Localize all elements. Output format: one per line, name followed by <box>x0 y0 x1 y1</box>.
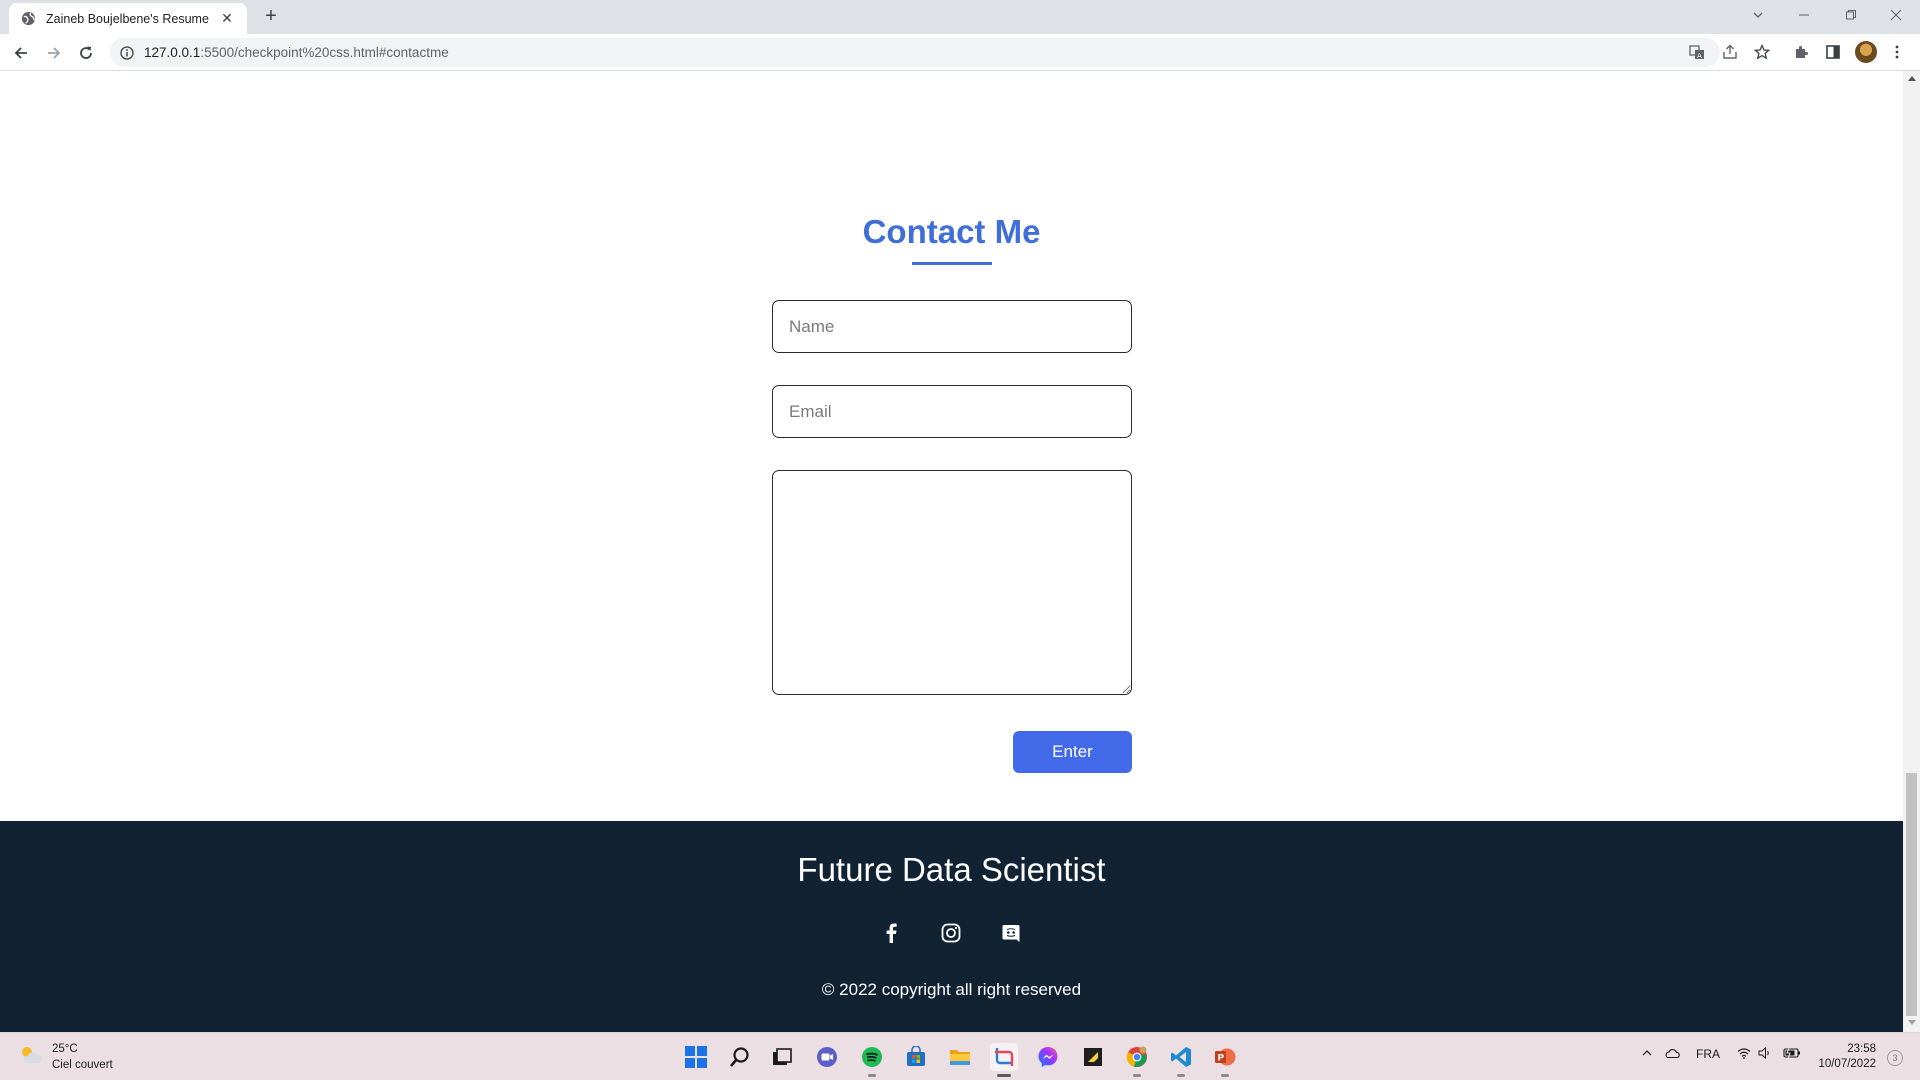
vscode-icon[interactable] <box>1167 1043 1195 1077</box>
contact-title: Contact Me <box>862 213 1041 250</box>
facebook-icon[interactable] <box>879 921 903 945</box>
battery-icon[interactable] <box>1783 1047 1801 1059</box>
page-viewport: Contact Me Enter Future Data Scientist ©… <box>0 71 1903 1032</box>
title-underline <box>912 262 992 265</box>
copyright-text: © 2022 copyright all right reserved <box>821 980 1082 999</box>
notification-badge[interactable]: 3 <box>1887 1050 1903 1066</box>
task-view-icon[interactable] <box>768 1043 796 1071</box>
clock-date: 10/07/2022 <box>1818 1058 1876 1070</box>
globe-icon <box>21 11 36 26</box>
language-indicator[interactable]: FRA <box>1696 1047 1720 1061</box>
tab-title: Zaineb Boujelbene's Resume <box>46 11 209 26</box>
volume-icon[interactable] <box>1758 1047 1772 1059</box>
start-windows-icon[interactable] <box>682 1043 710 1071</box>
side-panel-icon[interactable] <box>1822 41 1844 63</box>
running-indicator <box>1221 1074 1229 1077</box>
show-hidden-icons-icon[interactable] <box>1641 1047 1653 1059</box>
back-icon[interactable] <box>9 41 33 65</box>
forward-icon[interactable] <box>42 41 66 65</box>
spotify-icon[interactable] <box>858 1043 886 1077</box>
bookmark-star-icon[interactable] <box>1751 41 1773 63</box>
running-indicator <box>868 1074 876 1077</box>
weather-description: Ciel couvert <box>52 1059 113 1071</box>
microsoft-store-icon[interactable] <box>902 1043 930 1071</box>
close-tab-icon[interactable]: ✕ <box>219 10 235 27</box>
powerpoint-icon[interactable]: P <box>1211 1043 1239 1077</box>
svg-text:P: P <box>1218 1054 1225 1064</box>
url-host: 127.0.0.1 <box>144 45 201 60</box>
tab-search-icon[interactable] <box>1747 4 1769 26</box>
browser-tab[interactable]: Zaineb Boujelbene's Resume ✕ <box>9 3 247 34</box>
scrollbar-thumb[interactable] <box>1906 773 1917 1016</box>
site-info-icon[interactable] <box>118 44 136 62</box>
browser-tab-bar: Zaineb Boujelbene's Resume ✕ + <box>0 0 1920 34</box>
scroll-up-arrow-icon[interactable] <box>1908 76 1916 81</box>
address-bar[interactable]: 127.0.0.1:5500/checkpoint%20css.html#con… <box>110 38 1720 67</box>
menu-kebab-icon[interactable] <box>1886 41 1908 63</box>
windows-taskbar: 25°C Ciel couvert P FRA 23:58 10/07/2022… <box>0 1032 1920 1080</box>
scroll-down-arrow-icon[interactable] <box>1908 1020 1916 1025</box>
extensions-icon[interactable] <box>1790 41 1812 63</box>
search-icon[interactable] <box>726 1043 754 1071</box>
sticky-notes-icon[interactable] <box>1079 1043 1107 1071</box>
restore-icon[interactable] <box>1840 4 1862 26</box>
wifi-icon[interactable] <box>1737 1047 1751 1059</box>
instagram-icon[interactable] <box>939 921 963 945</box>
browser-toolbar: 127.0.0.1:5500/checkpoint%20css.html#con… <box>0 34 1920 71</box>
svg-text:A: A <box>1697 52 1702 60</box>
active-indicator <box>997 1074 1011 1077</box>
running-indicator <box>1133 1074 1141 1077</box>
system-clock[interactable]: 23:58 10/07/2022 <box>1818 1042 1876 1072</box>
footer: Future Data Scientist © 2022 copyright a… <box>0 821 1903 1032</box>
snipping-tool-icon[interactable] <box>990 1043 1018 1077</box>
teams-chat-icon[interactable] <box>813 1043 841 1071</box>
reload-icon[interactable] <box>74 41 98 65</box>
share-icon[interactable] <box>1719 41 1741 63</box>
running-indicator <box>1177 1074 1185 1077</box>
url-text[interactable]: 127.0.0.1:5500/checkpoint%20css.html#con… <box>144 45 449 60</box>
message-textarea[interactable] <box>772 470 1132 695</box>
chrome-icon[interactable] <box>1123 1043 1151 1077</box>
enter-button[interactable]: Enter <box>1013 731 1132 773</box>
clock-time: 23:58 <box>1847 1043 1876 1055</box>
close-window-icon[interactable] <box>1885 4 1907 26</box>
messenger-icon[interactable] <box>1034 1043 1062 1071</box>
discord-icon[interactable] <box>999 921 1023 945</box>
url-path: :5500/checkpoint%20css.html#contactme <box>200 45 449 60</box>
profile-avatar[interactable] <box>1855 41 1877 63</box>
email-input[interactable] <box>772 385 1132 438</box>
file-explorer-icon[interactable] <box>946 1043 974 1071</box>
minimize-icon[interactable] <box>1793 4 1815 26</box>
weather-cloud-sun-icon[interactable] <box>18 1044 44 1066</box>
new-tab-button[interactable]: + <box>260 6 282 28</box>
translate-icon[interactable]: A <box>1686 41 1708 63</box>
footer-title: Future Data Scientist <box>797 851 1106 888</box>
weather-temperature: 25°C <box>52 1043 78 1055</box>
name-input[interactable] <box>772 300 1132 353</box>
onedrive-cloud-icon[interactable] <box>1664 1047 1680 1059</box>
